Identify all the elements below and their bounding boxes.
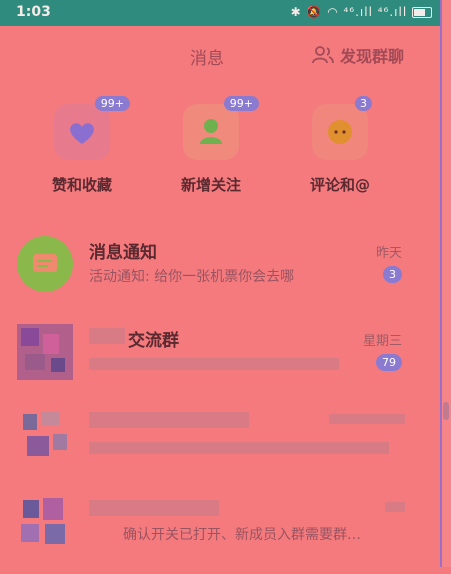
blurred-avatar: [17, 494, 73, 550]
likes-icon-box: 99+: [54, 96, 130, 160]
group-chat-time: 星期三: [362, 334, 402, 349]
group-avatar: [17, 324, 73, 380]
blurred-avatar: [17, 406, 73, 462]
blurred-name: [89, 412, 249, 428]
heart-icon: [70, 123, 94, 144]
person-icon: [200, 119, 222, 144]
list-item-blurred-1[interactable]: [0, 406, 440, 486]
notification-avatar: [17, 236, 73, 292]
followers-label: 新增关注: [180, 176, 241, 194]
followers-icon-box: 99+: [183, 96, 259, 160]
blurred-preview: [89, 442, 389, 454]
likes-label: 赞和收藏: [51, 176, 112, 194]
comments-icon-box: 3: [312, 96, 372, 160]
quick-action-likes[interactable]: 99+ 赞和收藏: [27, 96, 137, 195]
followers-badge: 99+: [223, 96, 259, 111]
discover-groups-button[interactable]: 发现群聊: [312, 43, 404, 67]
blurred-time: [385, 502, 405, 512]
blurred-2-preview: 确认开关已打开、新成员入群需要群…: [123, 527, 361, 543]
battery-icon: [412, 7, 432, 18]
status-bar: 1:03 ✱ 🔕 ◠ ⁴⁶.ıll ⁴⁶.ıll: [0, 0, 440, 26]
blurred-name-segment: [89, 328, 125, 344]
notification-count-badge: 3: [383, 266, 402, 283]
scrollbar-thumb[interactable]: [443, 402, 449, 420]
blurred-avatar-mosaic: [17, 406, 73, 462]
right-edge-bar: [440, 0, 451, 567]
blurred-time: [329, 414, 405, 424]
status-signal-icons: ✱ 🔕 ◠ ⁴⁶.ıll ⁴⁶.ıll: [290, 5, 408, 19]
page-title: 消息: [190, 49, 224, 69]
discover-groups-label: 发现群聊: [340, 47, 405, 66]
blurred-name: [89, 500, 219, 516]
blurred-preview: [89, 358, 339, 370]
list-item-group-chat[interactable]: 交流群 星期三 79: [0, 324, 440, 404]
message-icon: [19, 238, 71, 290]
likes-badge: 99+: [94, 96, 130, 111]
notification-preview: 活动通知: 给你一张机票你会去哪: [89, 269, 295, 285]
group-chat-name: 交流群: [128, 331, 179, 351]
group-chat-count-badge: 79: [376, 354, 402, 371]
list-item-blurred-2[interactable]: 确认开关已打开、新成员入群需要群…: [0, 494, 440, 574]
blurred-avatar-mosaic: [17, 494, 73, 550]
comments-label: 评论和@: [309, 176, 370, 194]
group-people-icon: [312, 46, 334, 64]
status-time: 1:03: [16, 4, 51, 20]
status-icons: ✱ 🔕 ◠ ⁴⁶.ıll ⁴⁶.ıll: [291, 5, 432, 19]
notification-time: 昨天: [375, 246, 402, 261]
list-item-notifications[interactable]: 消息通知 活动通知: 给你一张机票你会去哪 昨天 3: [0, 236, 440, 316]
comments-badge: 3: [355, 96, 372, 111]
chat-bubble-icon: [328, 120, 352, 144]
quick-action-followers[interactable]: 99+ 新增关注: [156, 96, 266, 195]
quick-action-comments[interactable]: 3 评论和@: [285, 96, 395, 195]
notification-title: 消息通知: [89, 243, 157, 263]
group-avatar-mosaic: [17, 324, 73, 380]
